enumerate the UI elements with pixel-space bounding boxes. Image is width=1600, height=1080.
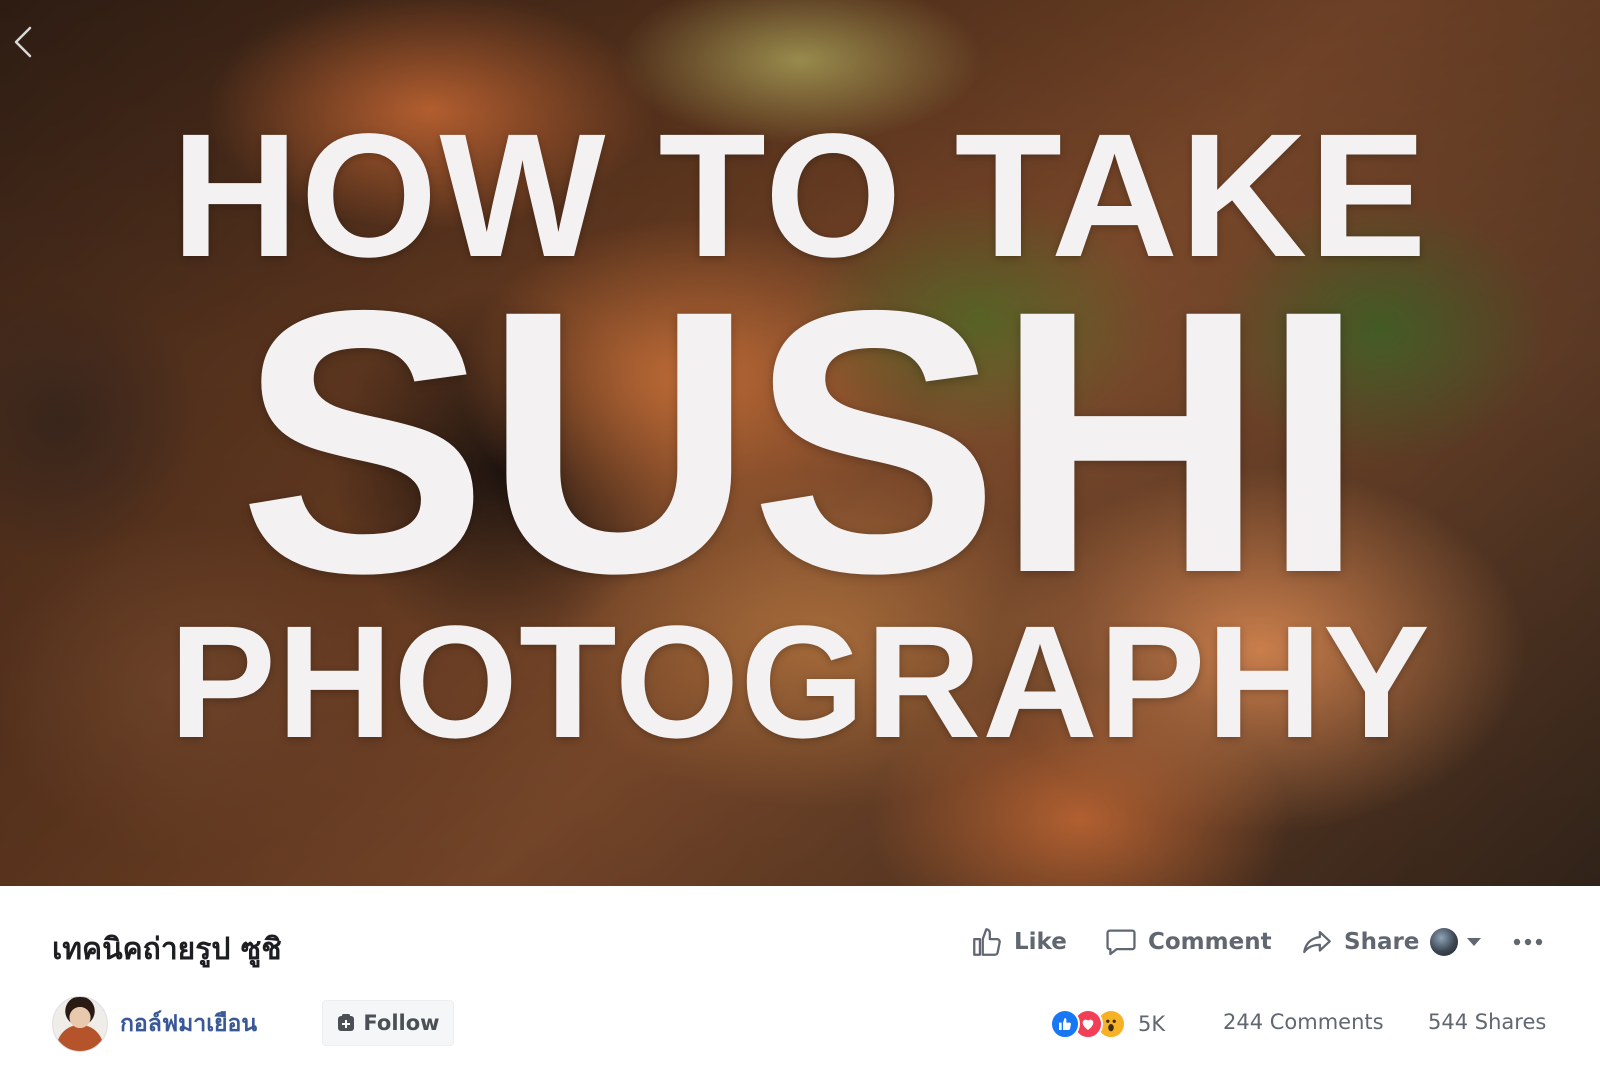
more-options-button[interactable] [1510, 922, 1546, 962]
overlay-line-sushi: SUSHI [238, 233, 1365, 651]
share-arrow-icon [1303, 930, 1331, 954]
post-title: เทคนิคถ่ายรูป ซูชิ [52, 932, 282, 967]
caret-down-icon [1467, 938, 1481, 946]
comments-count-link[interactable]: 244 Comments [1223, 1010, 1384, 1034]
share-label: Share [1344, 929, 1420, 955]
like-reaction-icon [1050, 1009, 1080, 1039]
audience-selector[interactable] [1430, 926, 1482, 958]
video-player[interactable]: HOW TO TAKE SUSHI PHOTOGRAPHY [0, 0, 1600, 886]
reactions-count: 5K [1138, 1012, 1166, 1036]
like-button[interactable]: Like [970, 922, 1067, 962]
like-label: Like [1014, 929, 1067, 955]
engagement-stats: 5K 244 Comments 544 Shares [1050, 1008, 1550, 1040]
follow-plus-icon [338, 1014, 355, 1031]
video-post-viewer: HOW TO TAKE SUSHI PHOTOGRAPHY เทคนิคถ่าย… [0, 0, 1600, 1080]
post-info-bar: เทคนิคถ่ายรูป ซูชิ Like Comment Share กอ… [0, 886, 1600, 1080]
speech-bubble-icon [1106, 929, 1136, 956]
shares-count-link[interactable]: 544 Shares [1428, 1010, 1546, 1034]
overlay-line-photography: PHOTOGRAPHY [169, 592, 1431, 771]
chevron-left-icon[interactable] [10, 24, 34, 60]
author: กอล์ฟมาเยือน [52, 996, 257, 1052]
thumbs-up-icon [973, 928, 1001, 956]
follow-button[interactable]: Follow [322, 1000, 454, 1046]
comment-label: Comment [1148, 929, 1272, 955]
author-avatar[interactable] [52, 996, 108, 1052]
author-name-link[interactable]: กอล์ฟมาเยือน [120, 1006, 257, 1042]
reactions-summary[interactable]: 5K [1050, 1008, 1165, 1040]
comment-button[interactable]: Comment [1104, 922, 1272, 962]
avatar [1430, 928, 1458, 956]
ellipsis-icon [1513, 938, 1543, 946]
share-button[interactable]: Share [1300, 922, 1419, 962]
follow-label: Follow [363, 1011, 440, 1035]
video-title-overlay: HOW TO TAKE SUSHI PHOTOGRAPHY [0, 0, 1600, 886]
